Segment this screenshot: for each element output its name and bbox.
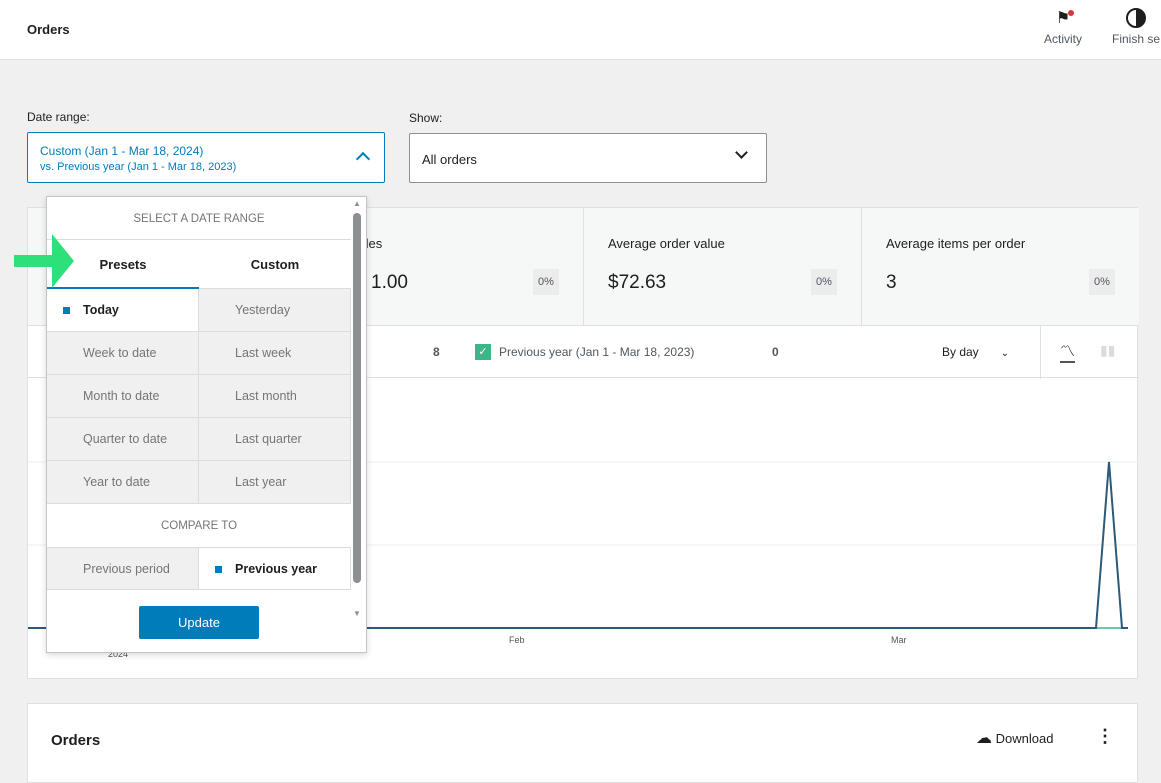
green-arrow-annotation [14,234,74,288]
show-select[interactable]: All orders [409,133,767,183]
half-circle-icon [1126,8,1147,28]
option-label: Last quarter [235,432,302,446]
activity-label: Activity [1044,32,1083,46]
stat-label: Average order value [608,236,725,251]
update-button[interactable]: Update [139,606,259,639]
option-label: Year to date [83,475,150,489]
date-range-compare: vs. Previous year (Jan 1 - Mar 18, 2023) [40,161,237,173]
date-range-select[interactable]: Custom (Jan 1 - Mar 18, 2024) vs. Previo… [27,132,385,183]
chevron-down-icon: ⌄ [1000,348,1010,359]
tab-custom[interactable]: Custom [199,240,351,289]
x-label-mar: Mar [891,635,907,645]
compare-heading: COMPARE TO [160,520,238,532]
stat-delta: 0% [533,269,559,295]
preset-last-month[interactable]: Last month [199,375,351,418]
scroll-up-icon[interactable]: ▲ [353,199,361,208]
selected-marker [63,307,70,314]
date-range-value: Custom (Jan 1 - Mar 18, 2024) [40,144,204,158]
preset-last-year[interactable]: Last year [199,461,351,504]
finish-setup-button[interactable]: Finish se [1112,8,1160,46]
scroll-down-icon[interactable]: ▼ [353,609,361,618]
option-label: Last year [235,475,287,489]
cloud-download-icon: ☁ [976,730,992,747]
option-label: Last month [235,389,297,403]
preset-today[interactable]: Today [47,289,199,332]
interval-select[interactable]: By day ⌄ [942,345,1009,359]
orders-card-title: Orders [51,732,101,749]
stat-delta: 0% [811,269,837,295]
stat-value: 1.00 [371,272,408,293]
interval-value: By day [942,345,979,359]
legend-previous-label: Previous year (Jan 1 - Mar 18, 2023) [499,345,695,359]
preset-month-to-date[interactable]: Month to date [47,375,199,418]
compare-previous-year[interactable]: Previous year [199,547,351,590]
legend-current-value: 8 [433,345,440,359]
flag-icon: ⚑ [1044,8,1082,28]
more-options-icon[interactable]: ⋮ [1096,726,1114,747]
activity-button[interactable]: ⚑ Activity [1044,8,1082,46]
show-label: Show: [409,111,443,125]
date-range-popover: SELECT A DATE RANGE Presets Custom Today… [46,196,367,653]
stat-delta: 0% [1089,269,1115,295]
option-label: Quarter to date [83,432,168,446]
x-label-feb: Feb [509,635,525,645]
date-range-label: Date range: [27,110,90,124]
stat-label: Average items per order [886,236,1026,251]
option-label: Today [83,303,119,317]
show-value: All orders [422,152,477,167]
top-bar: Orders ⚑ Activity Finish se [0,0,1161,60]
option-label: Week to date [83,346,157,360]
previous-year-checkbox[interactable]: ✓ [475,344,491,360]
compare-previous-period[interactable]: Previous period [47,547,199,590]
popover-heading: SELECT A DATE RANGE [133,213,265,225]
option-label: Previous year [235,562,317,576]
stat-value: $72.63 [608,272,667,293]
download-button[interactable]: ☁ Download [976,728,1053,748]
orders-table-card: Orders ☁ Download ⋮ [27,703,1138,783]
download-label: Download [995,731,1054,746]
stat-average-items[interactable]: Average items per order 3 0% [862,208,1139,325]
option-label: Previous period [83,562,170,576]
legend-previous-value: 0 [772,345,779,359]
preset-year-to-date[interactable]: Year to date [47,461,199,504]
preset-quarter-to-date[interactable]: Quarter to date [47,418,199,461]
line-chart-icon[interactable]: 〽 [1060,340,1076,363]
option-label: Last week [235,346,292,360]
scrollbar[interactable] [353,213,361,583]
preset-yesterday[interactable]: Yesterday [199,289,351,332]
preset-last-week[interactable]: Last week [199,332,351,375]
preset-last-quarter[interactable]: Last quarter [199,418,351,461]
option-label: Yesterday [235,303,291,317]
divider [1040,326,1041,379]
selected-marker [215,566,222,573]
stat-value: 3 [886,272,897,293]
option-label: Month to date [83,389,160,403]
chevron-up-icon [355,151,371,167]
preset-week-to-date[interactable]: Week to date [47,332,199,375]
chevron-down-icon [735,146,748,159]
finish-setup-label: Finish se [1112,32,1161,46]
bar-chart-icon[interactable]: ▮▮ [1100,342,1115,359]
stat-average-order-value[interactable]: Average order value $72.63 0% [584,208,862,325]
page-title: Orders [27,22,70,37]
